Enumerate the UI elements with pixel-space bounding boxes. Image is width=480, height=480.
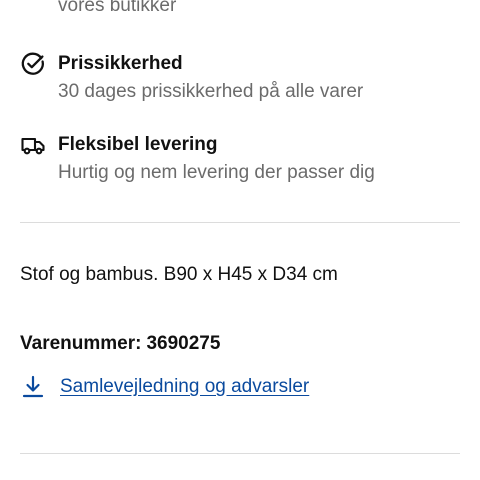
download-icon — [20, 374, 46, 400]
assembly-instructions-label: Samlevejledning og advarsler — [60, 376, 310, 397]
usp-description: Hurtig og nem levering der passer dig — [58, 162, 375, 183]
assembly-instructions-link[interactable]: Samlevejledning og advarsler — [20, 372, 309, 402]
article-number-label: Varenummer: — [20, 333, 142, 354]
usp-title: Prissikkerhed — [58, 53, 183, 74]
usp-description: 30 dages prissikkerhed på alle varer — [58, 81, 364, 102]
check-circle-icon — [20, 51, 46, 77]
product-info-panel: vores butikker Prissikkerhed 30 dages pr… — [0, 0, 480, 480]
article-number: Varenummer: 3690275 — [20, 331, 220, 357]
delivery-truck-icon — [20, 132, 46, 158]
product-description: Stof og bambus. B90 x H45 x D34 cm — [20, 264, 338, 285]
article-number-value: 3690275 — [146, 333, 221, 354]
divider — [20, 453, 460, 454]
usp-title: Fleksibel levering — [58, 134, 218, 155]
divider — [20, 222, 460, 223]
stores-text: vores butikker — [58, 0, 177, 16]
